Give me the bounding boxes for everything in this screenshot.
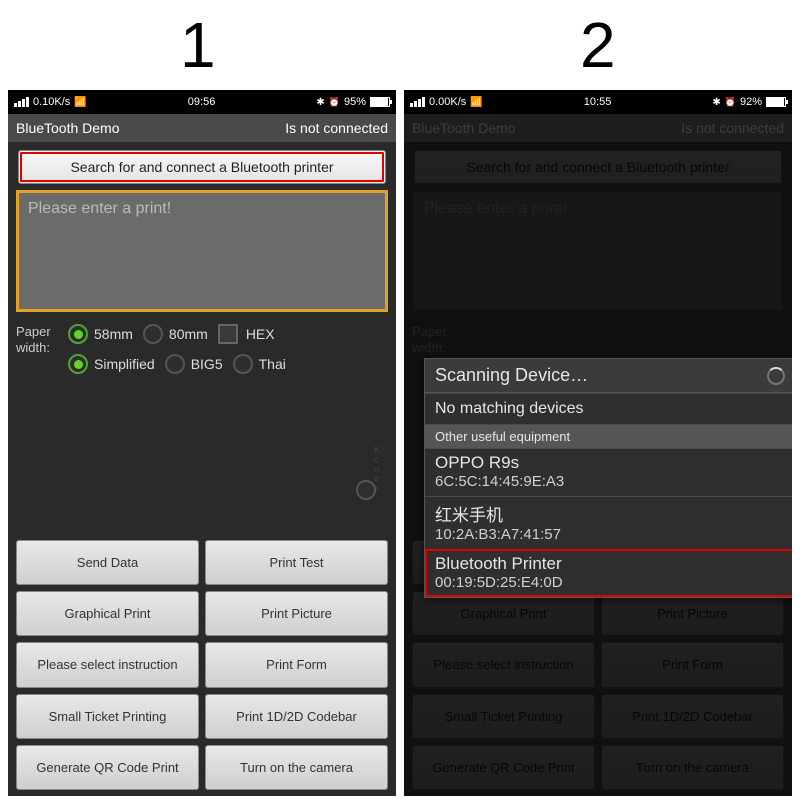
paper-width-label: Paper width: — [16, 324, 51, 355]
enc-thai-option[interactable]: Thai — [233, 354, 286, 374]
device-mac: 00:19:5D:25:E4:0D — [435, 574, 785, 591]
search-printer-label: Search for and connect a Bluetooth print… — [70, 159, 333, 175]
bluetooth-icon — [316, 96, 324, 108]
action-button-grid: Send Data Print Test Graphical Print Pri… — [8, 540, 396, 796]
cropped-side-text: K c n e a — [374, 446, 390, 493]
scanning-dialog: Scanning Device… No matching devices Oth… — [424, 358, 792, 598]
search-printer-button[interactable]: Search for and connect a Bluetooth print… — [18, 150, 386, 184]
battery-icon — [370, 97, 390, 107]
clock: 10:55 — [584, 96, 612, 108]
status-bar: 0.10K/s 09:56 95% — [8, 90, 396, 114]
radio-icon — [143, 324, 163, 344]
net-speed: 0.10K/s — [33, 96, 70, 108]
print-text-input[interactable]: Please enter a print! — [18, 192, 386, 310]
print-codebar-button[interactable]: Print 1D/2D Codebar — [205, 694, 388, 739]
checkbox-icon — [218, 324, 238, 344]
enc-big5-option[interactable]: BIG5 — [165, 354, 223, 374]
connection-state: Is not connected — [285, 120, 388, 136]
signal-icon — [14, 97, 29, 107]
device-mac: 10:2A:B3:A7:41:57 — [435, 526, 785, 543]
device-row-bluetooth-printer[interactable]: Bluetooth Printer 00:19:5D:25:E4:0D — [425, 549, 792, 597]
battery-percent: 92% — [740, 96, 762, 108]
step-label-1: 1 — [180, 8, 216, 82]
print-picture-button[interactable]: Print Picture — [205, 591, 388, 636]
wifi-icon — [470, 96, 482, 108]
generate-qr-button[interactable]: Generate QR Code Print — [16, 745, 199, 790]
radio-icon — [233, 354, 253, 374]
status-bar: 0.00K/s 10:55 92% — [404, 90, 792, 114]
bluetooth-icon — [712, 96, 720, 108]
paper-80mm-option[interactable]: 80mm — [143, 324, 208, 344]
dialog-title: Scanning Device… — [435, 365, 588, 386]
camera-button[interactable]: Turn on the camera — [205, 745, 388, 790]
app-title: BlueTooth Demo — [16, 120, 120, 136]
no-matching-row: No matching devices — [425, 393, 792, 424]
enc-simplified-option[interactable]: Simplified — [68, 354, 155, 374]
radio-icon — [165, 354, 185, 374]
alarm-icon — [329, 96, 340, 108]
device-row[interactable]: OPPO R9s 6C:5C:14:45:9E:A3 — [425, 448, 792, 496]
small-ticket-button[interactable]: Small Ticket Printing — [16, 694, 199, 739]
screen-2: 0.00K/s 10:55 92% BlueTooth Demo Is not … — [404, 90, 792, 796]
extra-radio[interactable] — [356, 480, 376, 500]
print-test-button[interactable]: Print Test — [205, 540, 388, 585]
signal-icon — [410, 97, 425, 107]
spinner-icon — [767, 367, 785, 385]
paper-58mm-option[interactable]: 58mm — [68, 324, 133, 344]
print-text-placeholder: Please enter a print! — [28, 200, 171, 217]
net-speed: 0.00K/s — [429, 96, 466, 108]
other-equipment-header: Other useful equipment — [425, 424, 792, 448]
radio-icon — [68, 324, 88, 344]
screen-1: 0.10K/s 09:56 95% BlueTooth Demo Is not … — [8, 90, 396, 796]
device-name: Bluetooth Printer — [435, 554, 785, 574]
title-bar: BlueTooth Demo Is not connected — [8, 114, 396, 142]
select-instruction-button[interactable]: Please select instruction — [16, 642, 199, 687]
device-mac: 6C:5C:14:45:9E:A3 — [435, 473, 785, 490]
clock: 09:56 — [188, 96, 216, 108]
step-label-2: 2 — [580, 8, 616, 82]
print-form-button[interactable]: Print Form — [205, 642, 388, 687]
device-name: OPPO R9s — [435, 453, 785, 473]
wifi-icon — [74, 96, 86, 108]
alarm-icon — [725, 96, 736, 108]
battery-icon — [766, 97, 786, 107]
hex-checkbox[interactable]: HEX — [218, 324, 275, 344]
graphical-print-button[interactable]: Graphical Print — [16, 591, 199, 636]
send-data-button[interactable]: Send Data — [16, 540, 199, 585]
device-row[interactable]: 红米手机 10:2A:B3:A7:41:57 — [425, 496, 792, 549]
radio-icon — [68, 354, 88, 374]
battery-percent: 95% — [344, 96, 366, 108]
device-name: 红米手机 — [435, 501, 785, 526]
